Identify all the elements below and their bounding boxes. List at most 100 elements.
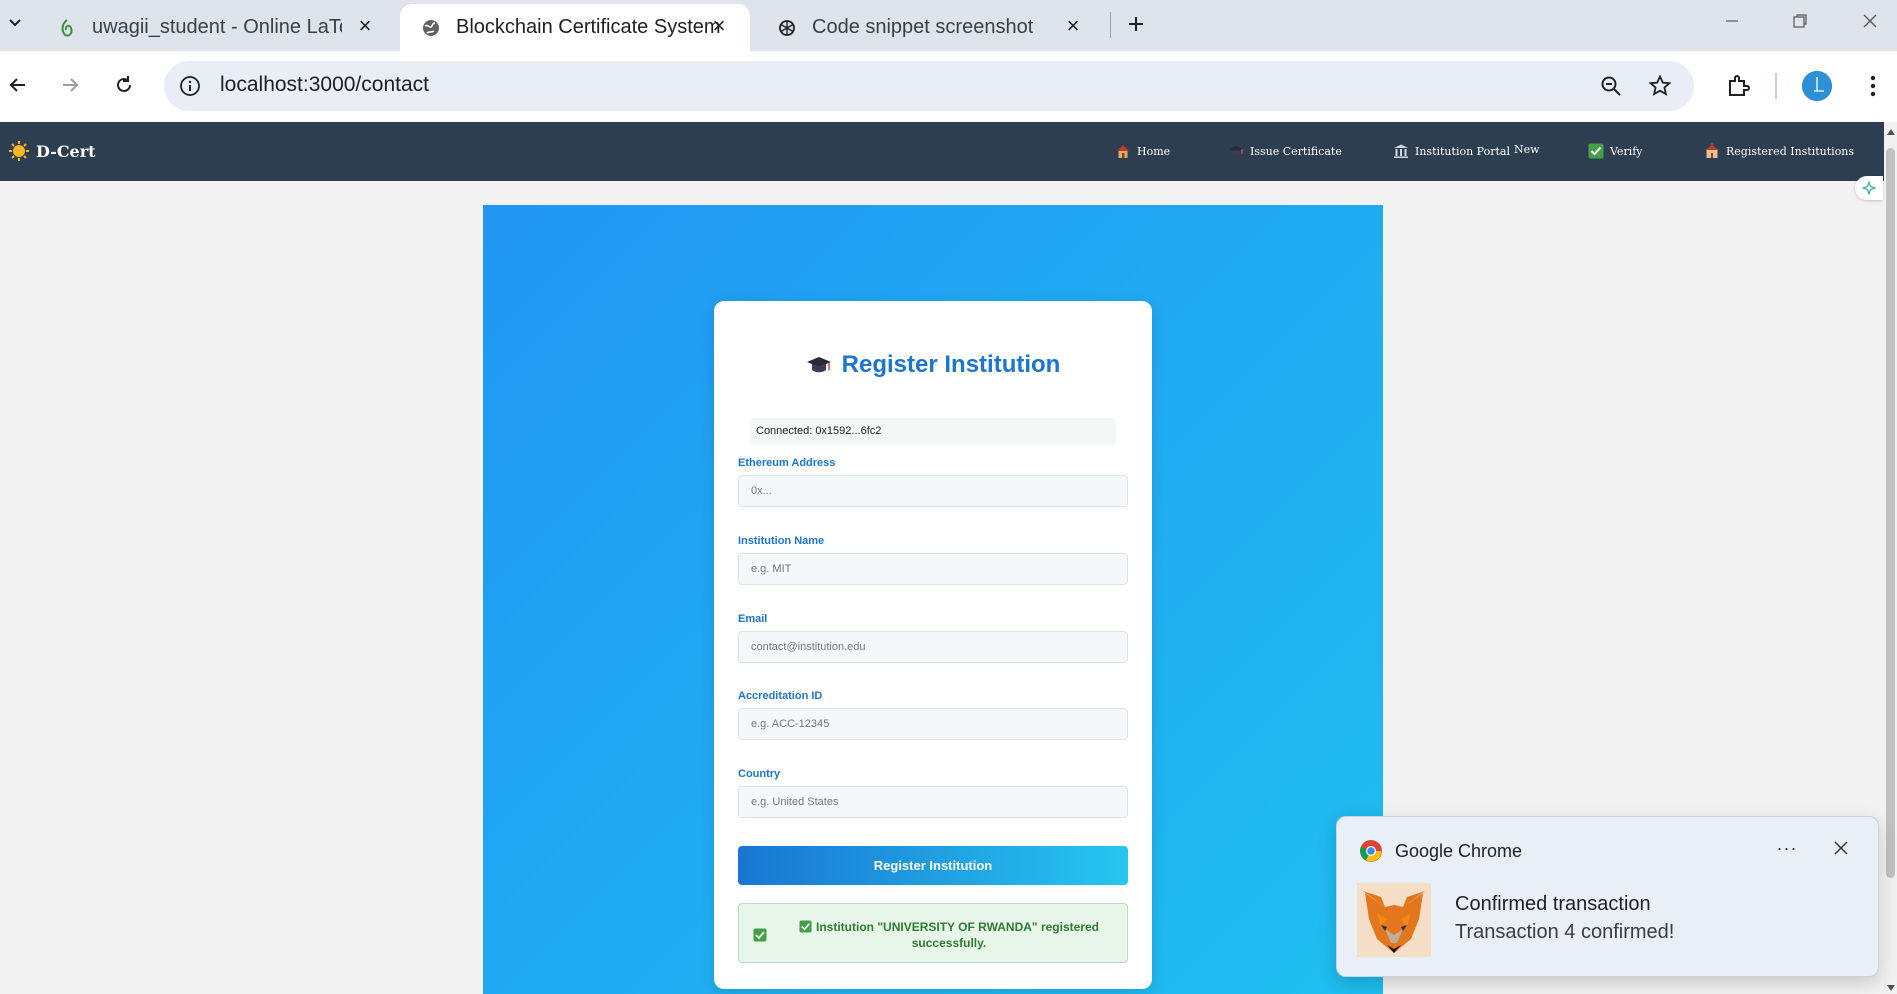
star-icon[interactable] <box>1647 73 1673 99</box>
avatar-icon <box>1802 71 1832 101</box>
ethereum-address-input[interactable] <box>738 475 1128 507</box>
school-icon <box>1704 143 1720 159</box>
title-text: Register Institution <box>841 351 1061 378</box>
metamask-fox-icon <box>1357 883 1431 957</box>
restore-icon <box>1793 14 1807 28</box>
profile-avatar[interactable] <box>1802 71 1832 101</box>
nav-home[interactable]: Home <box>1115 143 1170 159</box>
tab-code-snippet[interactable]: Code snippet screenshot × <box>756 4 1104 51</box>
reload-button[interactable] <box>106 67 142 103</box>
hero-section: Register Institution Connected: 0x1592..… <box>483 205 1383 994</box>
nav-label: Home <box>1137 144 1171 158</box>
notification-close-button[interactable] <box>1825 833 1857 863</box>
tab-title: Blockchain Certificate System <box>456 16 721 38</box>
arrow-left-icon <box>9 78 25 92</box>
tab-blockchain[interactable]: Blockchain Certificate System × <box>400 4 750 51</box>
institution-name-input[interactable] <box>738 553 1128 585</box>
nav-label: Issue Certificate <box>1250 144 1342 158</box>
side-panel-toggle[interactable] <box>1855 176 1883 200</box>
tab-search-button[interactable] <box>0 8 30 38</box>
site-navbar: D-Cert Home Issue Certificate Institutio… <box>0 122 1884 181</box>
zoom-icon[interactable] <box>1598 73 1624 99</box>
register-card: Register Institution Connected: 0x1592..… <box>714 301 1152 989</box>
close-window-button[interactable] <box>1850 6 1890 36</box>
info-icon[interactable] <box>178 74 202 98</box>
graduation-cap-icon <box>1228 143 1244 159</box>
forward-button[interactable] <box>52 67 88 103</box>
extensions-button[interactable] <box>1721 69 1755 103</box>
notification-header: Google Chrome <box>1359 839 1522 863</box>
more-options-button[interactable]: ··· <box>1769 833 1805 863</box>
chevron-down-icon <box>9 19 21 27</box>
success-message: Institution "UNIVERSITY OF RWANDA" regis… <box>779 919 1119 951</box>
page-scrollbar[interactable] <box>1884 122 1897 994</box>
house-icon <box>1115 143 1131 159</box>
toolbar-divider <box>1775 73 1777 99</box>
minimize-icon <box>1726 20 1738 22</box>
graduation-cap-icon <box>806 357 831 373</box>
chrome-notification[interactable]: Google Chrome ··· Confirmed transaction … <box>1336 816 1879 977</box>
nav-new[interactable]: New <box>1514 143 1540 156</box>
nav-issue-certificate[interactable]: Issue Certificate <box>1228 143 1342 159</box>
close-icon[interactable]: × <box>354 13 376 38</box>
tab-title: Code snippet screenshot <box>812 16 1034 38</box>
brand-name: D-Cert <box>36 141 96 161</box>
notification-title: Confirmed transaction <box>1455 893 1651 915</box>
notification-app-name: Google Chrome <box>1395 840 1523 861</box>
close-icon <box>1834 841 1848 855</box>
email-input[interactable] <box>738 631 1128 663</box>
tab-overleaf[interactable]: uwagii_student - Online LaTeX E × <box>36 4 396 51</box>
scrollbar-thumb[interactable] <box>1886 148 1895 878</box>
address-bar[interactable]: localhost:3000/contact <box>164 61 1694 111</box>
success-text: Institution "UNIVERSITY OF RWANDA" regis… <box>816 920 1099 950</box>
nav-registered-institutions[interactable]: Registered Institutions <box>1704 143 1854 159</box>
nav-institution-portal[interactable]: Institution Portal <box>1393 143 1510 159</box>
openai-icon <box>776 17 798 39</box>
menu-button[interactable] <box>1856 69 1890 103</box>
reload-icon <box>117 76 131 92</box>
globe-icon <box>420 17 442 39</box>
close-icon[interactable]: × <box>708 13 730 38</box>
accreditation-id-label: Accreditation ID <box>738 690 823 702</box>
close-icon[interactable]: × <box>1062 13 1084 38</box>
country-input[interactable] <box>738 786 1128 818</box>
tab-divider <box>1110 12 1111 38</box>
nav-label: Institution Portal <box>1415 144 1510 158</box>
nav-label: New <box>1514 143 1540 156</box>
tab-title: uwagii_student - Online LaTeX E <box>92 16 342 38</box>
restore-button[interactable] <box>1780 6 1820 36</box>
institution-name-label: Institution Name <box>738 535 825 547</box>
page-title: Register Institution <box>714 351 1152 379</box>
ethereum-address-label: Ethereum Address <box>738 457 836 469</box>
nav-label: Registered Institutions <box>1726 144 1855 158</box>
nav-verify[interactable]: Verify <box>1588 143 1643 159</box>
puzzle-icon <box>1729 75 1750 96</box>
overleaf-icon <box>56 17 78 39</box>
accreditation-id-input[interactable] <box>738 708 1128 740</box>
check-icon <box>1588 143 1604 159</box>
back-button[interactable] <box>0 67 36 103</box>
nav-label: Verify <box>1610 144 1643 158</box>
success-alert: Institution "UNIVERSITY OF RWANDA" regis… <box>738 903 1128 963</box>
check-icon <box>753 928 767 942</box>
minimize-button[interactable] <box>1712 6 1752 36</box>
notification-body: Transaction 4 confirmed! <box>1455 921 1675 943</box>
arrow-right-icon <box>63 78 79 92</box>
new-tab-button[interactable] <box>1120 8 1152 40</box>
brand[interactable]: D-Cert <box>8 140 96 162</box>
plus-icon <box>1129 17 1143 31</box>
scroll-down-icon[interactable] <box>1885 982 1896 993</box>
url-text: localhost:3000/contact <box>220 73 429 96</box>
more-vert-icon <box>1870 75 1876 97</box>
browser-toolbar: localhost:3000/contact <box>0 51 1897 122</box>
close-icon <box>1863 14 1877 28</box>
sun-logo-icon <box>9 141 29 161</box>
bank-icon <box>1393 143 1409 159</box>
register-institution-button[interactable]: Register Institution <box>738 846 1128 885</box>
tab-strip: uwagii_student - Online LaTeX E × Blockc… <box>0 0 1897 51</box>
scroll-up-icon[interactable] <box>1885 126 1896 137</box>
browser-window: uwagii_student - Online LaTeX E × Blockc… <box>0 0 1897 994</box>
email-label: Email <box>738 613 768 625</box>
wallet-connected-status: Connected: 0x1592...6fc2 <box>750 418 1116 445</box>
country-label: Country <box>738 768 781 780</box>
